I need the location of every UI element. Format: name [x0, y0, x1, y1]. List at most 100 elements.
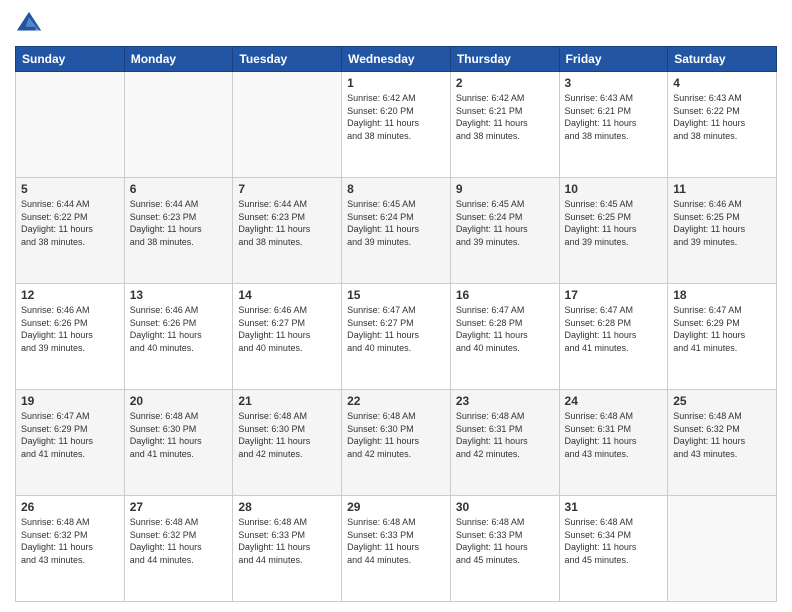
calendar-cell [233, 72, 342, 178]
day-number: 8 [347, 182, 445, 196]
day-info: Sunrise: 6:48 AM Sunset: 6:30 PM Dayligh… [238, 410, 336, 460]
calendar-header: Sunday Monday Tuesday Wednesday Thursday… [16, 47, 777, 72]
calendar-cell: 19 Sunrise: 6:47 AM Sunset: 6:29 PM Dayli… [16, 390, 125, 496]
day-number: 23 [456, 394, 554, 408]
day-number: 12 [21, 288, 119, 302]
day-number: 25 [673, 394, 771, 408]
calendar-cell [668, 496, 777, 602]
day-number: 31 [565, 500, 663, 514]
day-number: 15 [347, 288, 445, 302]
day-info: Sunrise: 6:44 AM Sunset: 6:22 PM Dayligh… [21, 198, 119, 248]
day-info: Sunrise: 6:42 AM Sunset: 6:20 PM Dayligh… [347, 92, 445, 142]
day-info: Sunrise: 6:48 AM Sunset: 6:34 PM Dayligh… [565, 516, 663, 566]
calendar-cell: 24Sunrise: 6:48 AM Sunset: 6:31 PM Dayli… [559, 390, 668, 496]
calendar-cell: 8 Sunrise: 6:45 AM Sunset: 6:24 PM Daylig… [342, 178, 451, 284]
day-number: 3 [565, 76, 663, 90]
week-row-1: 5Sunrise: 6:44 AM Sunset: 6:22 PM Daylig… [16, 178, 777, 284]
day-number: 1 [347, 76, 445, 90]
calendar-cell [16, 72, 125, 178]
day-number: 18 [673, 288, 771, 302]
week-row-3: 19 Sunrise: 6:47 AM Sunset: 6:29 PM Dayli… [16, 390, 777, 496]
calendar-cell: 31 Sunrise: 6:48 AM Sunset: 6:34 PM Dayli… [559, 496, 668, 602]
calendar-cell: 28 Sunrise: 6:48 AM Sunset: 6:33 PM Dayli… [233, 496, 342, 602]
day-info: Sunrise: 6:48 AM Sunset: 6:30 PM Dayligh… [347, 410, 445, 460]
calendar-cell: 4 Sunrise: 6:43 AM Sunset: 6:22 PM Daylig… [668, 72, 777, 178]
day-info: Sunrise: 6:46 AM Sunset: 6:26 PM Dayligh… [21, 304, 119, 354]
calendar-cell: 6 Sunrise: 6:44 AM Sunset: 6:23 PM Daylig… [124, 178, 233, 284]
day-info: Sunrise: 6:48 AM Sunset: 6:32 PM Dayligh… [130, 516, 228, 566]
logo [15, 10, 47, 38]
calendar-cell: 11 Sunrise: 6:46 AM Sunset: 6:25 PM Dayli… [668, 178, 777, 284]
day-number: 14 [238, 288, 336, 302]
day-number: 2 [456, 76, 554, 90]
day-info: Sunrise: 6:47 AM Sunset: 6:28 PM Dayligh… [565, 304, 663, 354]
calendar-cell: 21 Sunrise: 6:48 AM Sunset: 6:30 PM Dayli… [233, 390, 342, 496]
day-number: 13 [130, 288, 228, 302]
day-info: Sunrise: 6:47 AM Sunset: 6:29 PM Dayligh… [21, 410, 119, 460]
day-number: 20 [130, 394, 228, 408]
weekday-tuesday: Tuesday [233, 47, 342, 72]
day-number: 30 [456, 500, 554, 514]
day-info: Sunrise: 6:47 AM Sunset: 6:27 PM Dayligh… [347, 304, 445, 354]
day-info: Sunrise: 6:48 AM Sunset: 6:31 PM Dayligh… [456, 410, 554, 460]
calendar-cell: 27 Sunrise: 6:48 AM Sunset: 6:32 PM Dayli… [124, 496, 233, 602]
weekday-row: Sunday Monday Tuesday Wednesday Thursday… [16, 47, 777, 72]
calendar-body: 1 Sunrise: 6:42 AM Sunset: 6:20 PM Daylig… [16, 72, 777, 602]
weekday-wednesday: Wednesday [342, 47, 451, 72]
calendar-cell: 13Sunrise: 6:46 AM Sunset: 6:26 PM Dayli… [124, 284, 233, 390]
day-info: Sunrise: 6:43 AM Sunset: 6:21 PM Dayligh… [565, 92, 663, 142]
day-number: 9 [456, 182, 554, 196]
day-info: Sunrise: 6:47 AM Sunset: 6:29 PM Dayligh… [673, 304, 771, 354]
day-number: 29 [347, 500, 445, 514]
day-info: Sunrise: 6:45 AM Sunset: 6:24 PM Dayligh… [347, 198, 445, 248]
page: Sunday Monday Tuesday Wednesday Thursday… [0, 0, 792, 612]
weekday-friday: Friday [559, 47, 668, 72]
day-number: 27 [130, 500, 228, 514]
weekday-thursday: Thursday [450, 47, 559, 72]
weekday-sunday: Sunday [16, 47, 125, 72]
calendar-cell: 16 Sunrise: 6:47 AM Sunset: 6:28 PM Dayli… [450, 284, 559, 390]
day-info: Sunrise: 6:48 AM Sunset: 6:30 PM Dayligh… [130, 410, 228, 460]
calendar-cell: 10Sunrise: 6:45 AM Sunset: 6:25 PM Dayli… [559, 178, 668, 284]
day-number: 28 [238, 500, 336, 514]
day-number: 16 [456, 288, 554, 302]
day-info: Sunrise: 6:46 AM Sunset: 6:27 PM Dayligh… [238, 304, 336, 354]
calendar-cell: 22Sunrise: 6:48 AM Sunset: 6:30 PM Dayli… [342, 390, 451, 496]
calendar-cell: 5Sunrise: 6:44 AM Sunset: 6:22 PM Daylig… [16, 178, 125, 284]
day-info: Sunrise: 6:44 AM Sunset: 6:23 PM Dayligh… [130, 198, 228, 248]
day-info: Sunrise: 6:48 AM Sunset: 6:33 PM Dayligh… [347, 516, 445, 566]
calendar-cell: 15 Sunrise: 6:47 AM Sunset: 6:27 PM Dayli… [342, 284, 451, 390]
calendar-cell: 14 Sunrise: 6:46 AM Sunset: 6:27 PM Dayli… [233, 284, 342, 390]
calendar-cell: 17 Sunrise: 6:47 AM Sunset: 6:28 PM Dayli… [559, 284, 668, 390]
day-number: 17 [565, 288, 663, 302]
day-info: Sunrise: 6:47 AM Sunset: 6:28 PM Dayligh… [456, 304, 554, 354]
day-number: 7 [238, 182, 336, 196]
day-info: Sunrise: 6:48 AM Sunset: 6:33 PM Dayligh… [238, 516, 336, 566]
calendar-cell: 12 Sunrise: 6:46 AM Sunset: 6:26 PM Dayli… [16, 284, 125, 390]
day-number: 6 [130, 182, 228, 196]
calendar: Sunday Monday Tuesday Wednesday Thursday… [15, 46, 777, 602]
calendar-cell [124, 72, 233, 178]
weekday-monday: Monday [124, 47, 233, 72]
calendar-cell: 30 Sunrise: 6:48 AM Sunset: 6:33 PM Dayli… [450, 496, 559, 602]
day-info: Sunrise: 6:44 AM Sunset: 6:23 PM Dayligh… [238, 198, 336, 248]
day-info: Sunrise: 6:48 AM Sunset: 6:31 PM Dayligh… [565, 410, 663, 460]
week-row-0: 1 Sunrise: 6:42 AM Sunset: 6:20 PM Daylig… [16, 72, 777, 178]
calendar-cell: 7 Sunrise: 6:44 AM Sunset: 6:23 PM Daylig… [233, 178, 342, 284]
day-number: 10 [565, 182, 663, 196]
day-info: Sunrise: 6:42 AM Sunset: 6:21 PM Dayligh… [456, 92, 554, 142]
week-row-4: 26 Sunrise: 6:48 AM Sunset: 6:32 PM Dayli… [16, 496, 777, 602]
day-info: Sunrise: 6:45 AM Sunset: 6:24 PM Dayligh… [456, 198, 554, 248]
day-info: Sunrise: 6:46 AM Sunset: 6:25 PM Dayligh… [673, 198, 771, 248]
day-number: 11 [673, 182, 771, 196]
day-number: 26 [21, 500, 119, 514]
day-info: Sunrise: 6:48 AM Sunset: 6:33 PM Dayligh… [456, 516, 554, 566]
day-number: 4 [673, 76, 771, 90]
day-info: Sunrise: 6:48 AM Sunset: 6:32 PM Dayligh… [21, 516, 119, 566]
day-info: Sunrise: 6:43 AM Sunset: 6:22 PM Dayligh… [673, 92, 771, 142]
day-number: 19 [21, 394, 119, 408]
week-row-2: 12 Sunrise: 6:46 AM Sunset: 6:26 PM Dayli… [16, 284, 777, 390]
day-number: 21 [238, 394, 336, 408]
calendar-cell: 2 Sunrise: 6:42 AM Sunset: 6:21 PM Daylig… [450, 72, 559, 178]
weekday-saturday: Saturday [668, 47, 777, 72]
